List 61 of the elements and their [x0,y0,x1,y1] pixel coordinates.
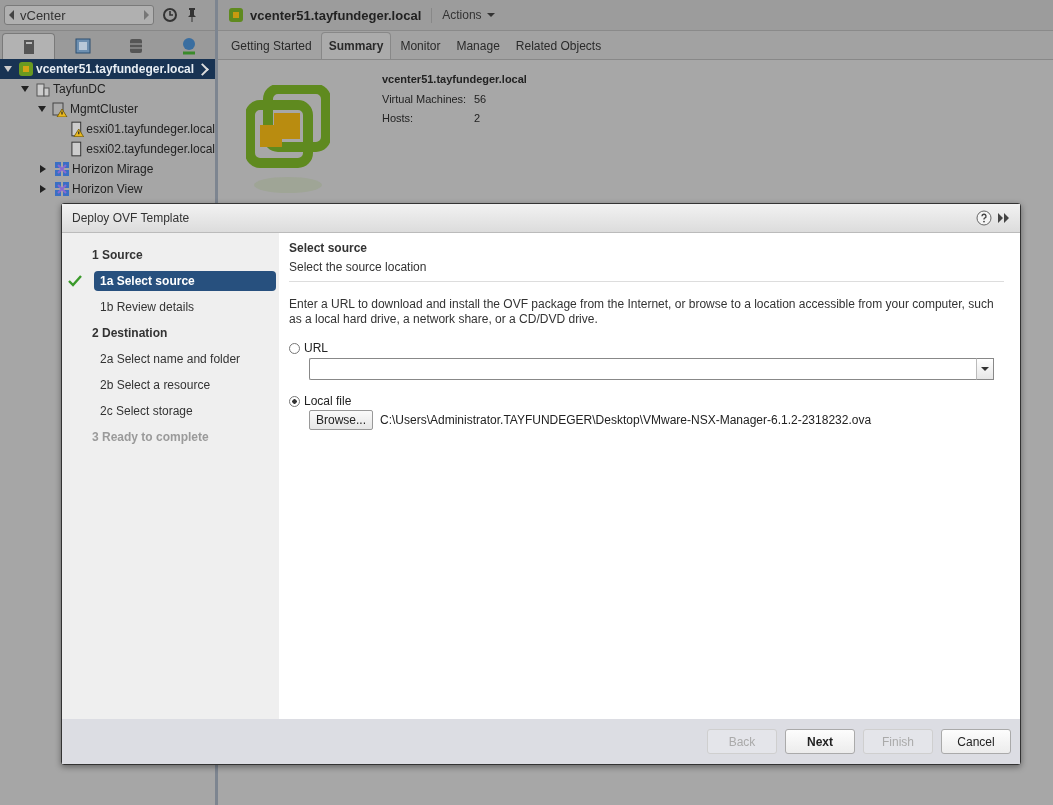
file-path: C:\Users\Administrator.TAYFUNDEGER\Desktop\VMware-NSX-Manager-6.1.2-2318232.ova [380,413,872,427]
grid-icon [54,161,70,177]
pin-icon[interactable] [186,7,198,23]
wizard-step[interactable]: 2 Destination [86,323,174,343]
tree-item[interactable]: TayfunDC [0,79,215,99]
server-icon [22,38,35,55]
wizard-step[interactable]: 2b Select a resource [94,375,276,395]
page-subtitle: Select the source location [289,260,428,274]
server-warning-icon [68,121,85,137]
wizard-step[interactable]: 1b Review details [94,297,276,317]
expand-arrow-icon[interactable] [40,185,46,193]
navigator-back-button[interactable]: vCenter [4,5,154,25]
vcenter-icon [18,61,34,77]
fact-value: 2 [474,112,481,124]
wizard-step[interactable]: 2c Select storage [94,401,276,421]
tree-item[interactable]: esxi01.tayfundeger.local [0,119,215,139]
caret-icon [486,13,495,17]
window-icon [74,38,91,54]
tree-item[interactable]: Horizon View [0,179,215,199]
tab[interactable]: Manage [449,33,507,59]
option-label: URL [304,341,328,355]
wizard-step[interactable]: 1 Source [86,245,149,265]
dialog-button[interactable]: Next [785,729,855,754]
tree-item[interactable]: esxi02.tayfundeger.local [0,139,215,159]
vcenter-icon [228,7,244,23]
browse-button[interactable]: Browse... [309,410,373,430]
hosts-tab[interactable] [2,33,56,59]
tab[interactable]: Summary [320,32,392,59]
dialog-title: Deploy OVF Template [72,211,191,225]
cluster-warning-icon [52,101,68,117]
actions-menu-button[interactable]: Actions [438,8,499,22]
fact-value: 56 [474,93,487,105]
summary-title: vcenter51.tayfundeger.local [382,73,527,85]
fact-label: Hosts: [382,112,415,124]
page-title: Select source [289,241,369,255]
option-label: Local file [304,394,352,408]
radio-button[interactable] [289,395,300,407]
wizard-step[interactable]: 1a Select source [94,271,276,291]
building-icon [35,81,51,97]
fact-label: Virtual Machines: [382,93,468,105]
tree-item[interactable]: Horizon Mirage [0,159,215,179]
history-icon[interactable] [162,7,178,23]
collapse-arrow-icon[interactable] [38,106,46,112]
url-field[interactable] [309,358,976,380]
dialog-button[interactable]: Cancel [941,729,1011,754]
vcenter-logo-icon [246,85,330,195]
double-arrow-icon[interactable] [998,213,1010,223]
object-title: vcenter51.tayfundeger.local [250,7,433,23]
instructions-text: Enter a URL to download and install the OVF package from the Internet, or browse to a location accessible from your computer, such as a local hard drive, a network share, or a CD/DVD drive. [289,297,995,327]
grid-icon [54,181,70,197]
tab[interactable]: Related Objects [508,33,609,59]
collapse-arrow-icon[interactable] [21,86,29,92]
expand-arrow-icon[interactable] [40,165,46,173]
radio-button[interactable] [289,342,300,354]
wizard-step[interactable]: 2a Select name and folder [94,349,276,369]
tree-item[interactable]: MgmtCluster [0,99,215,119]
help-icon[interactable] [976,210,992,226]
tab[interactable]: Monitor [393,33,448,59]
database-icon [129,38,144,54]
tree-item[interactable]: vcenter51.tayfundeger.local [0,59,215,79]
tab[interactable]: Getting Started [224,33,319,59]
